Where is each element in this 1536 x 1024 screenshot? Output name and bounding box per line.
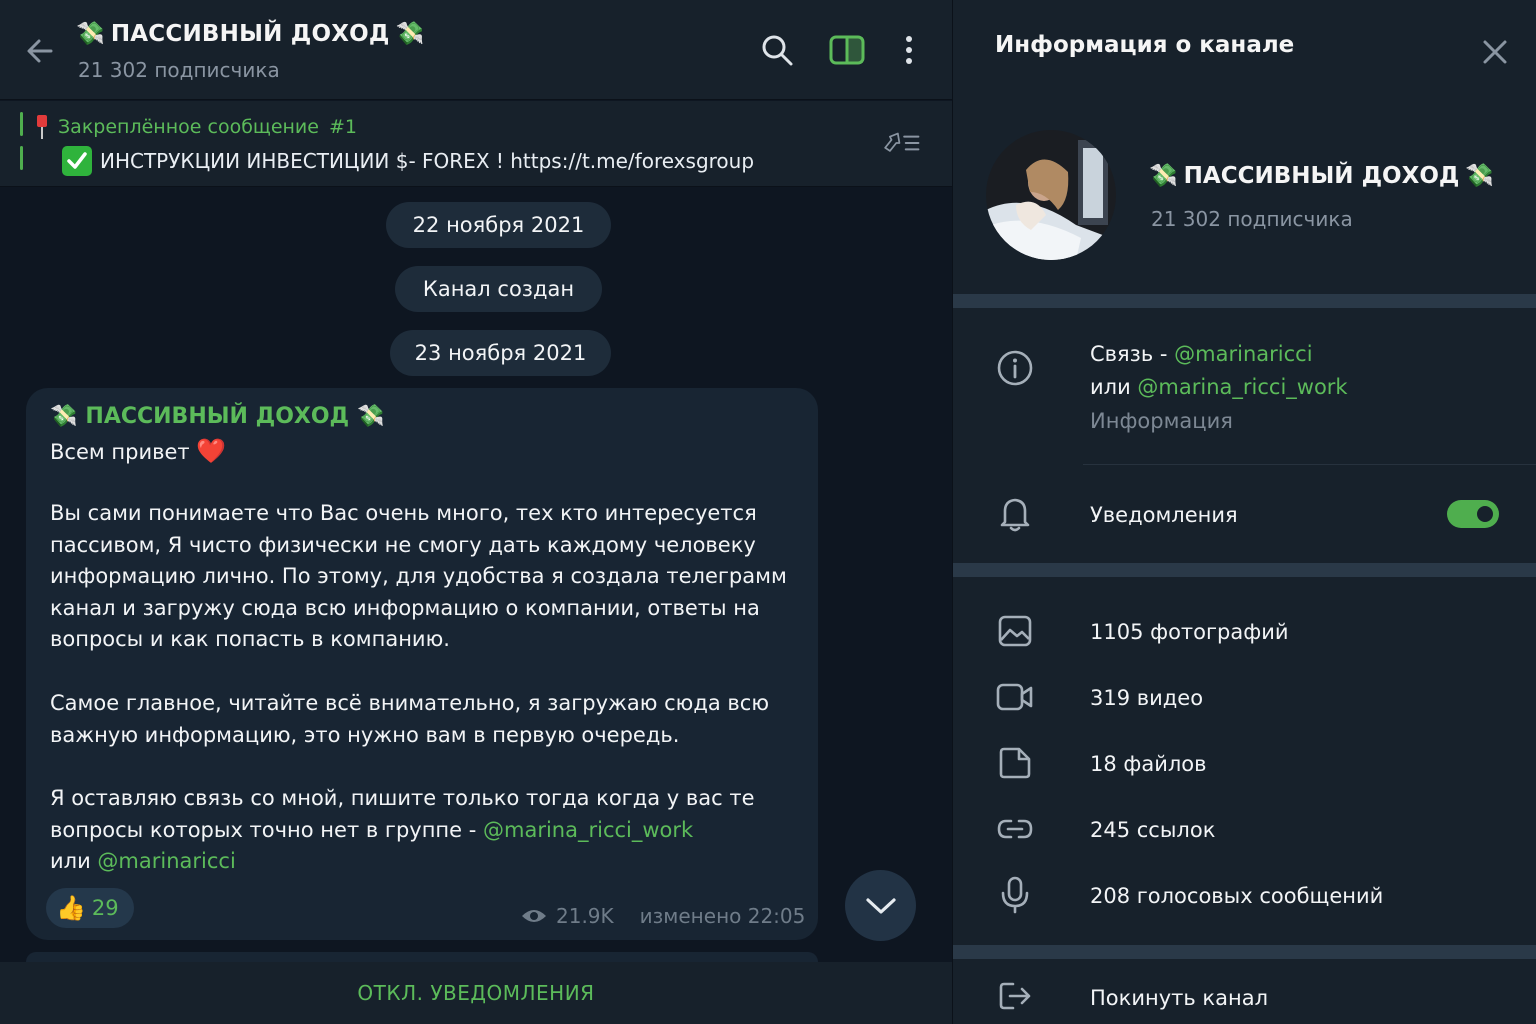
message-meta: 21.9K изменено 22:05: [520, 904, 805, 928]
link-icon: [995, 809, 1035, 849]
chat-header: 💸 ПАССИВНЫЙ ДОХОД 💸 21 302 подписчика: [0, 0, 952, 100]
message-sender[interactable]: 💸 ПАССИВНЫЙ ДОХОД 💸: [50, 404, 385, 429]
check-mark-icon: [62, 146, 92, 176]
info-subscriber-count: 21 302 подписчика: [1151, 207, 1353, 231]
reaction-chip[interactable]: 👍 29: [46, 888, 134, 928]
contact-or: или: [1090, 374, 1138, 399]
pinned-text[interactable]: ИНСТРУКЦИИ ИНВЕСТИЦИИ $- FOREX ! https:/…: [62, 146, 754, 176]
channel-info-panel: Информация о канале 💸 ПАССИВНЫЙ ДОХОД 💸 …: [952, 0, 1536, 1024]
eye-icon: [522, 910, 546, 922]
message-paragraph-2: Самое главное, читайте всё внимательно, …: [50, 691, 770, 747]
reaction-count: 29: [91, 896, 119, 920]
bell-icon: [995, 494, 1035, 534]
channel-description: Связь - @marinaricci или @marina_ricci_w…: [1090, 338, 1348, 438]
section-separator: [953, 294, 1536, 308]
message-paragraph-1: Вы сами понимаете что Вас очень много, т…: [50, 501, 787, 651]
date-separator: 22 ноября 2021: [386, 202, 611, 248]
back-arrow-icon[interactable]: [24, 33, 56, 69]
info-panel-title: Информация о канале: [995, 32, 1295, 58]
channel-title[interactable]: 💸 ПАССИВНЫЙ ДОХОД 💸: [76, 20, 425, 48]
media-links[interactable]: 245 ссылок: [1090, 818, 1215, 842]
greeting-text: Всем привет: [50, 440, 190, 464]
money-emoji-icon: 💸: [76, 21, 105, 47]
money-emoji-icon: 💸: [50, 404, 78, 429]
info-channel-name: 💸 ПАССИВНЫЙ ДОХОД 💸: [1149, 162, 1495, 190]
more-options-icon[interactable]: [890, 31, 928, 69]
or-text: или: [50, 849, 98, 873]
chat-pane: 💸 ПАССИВНЫЙ ДОХОД 💸 21 302 подписчика За…: [0, 0, 952, 1024]
close-icon[interactable]: [1477, 34, 1513, 70]
mention-link[interactable]: @marina_ricci_work: [1137, 375, 1347, 399]
notifications-label: Уведомления: [1090, 503, 1238, 527]
photo-icon: [995, 611, 1035, 651]
pinned-list-icon[interactable]: [882, 124, 920, 162]
microphone-icon: [995, 875, 1035, 915]
subscriber-count: 21 302 подписчика: [78, 58, 280, 82]
media-photos[interactable]: 1105 фотографий: [1090, 620, 1289, 644]
contact-prefix: Связь -: [1090, 342, 1175, 366]
scroll-down-button[interactable]: [845, 870, 916, 941]
section-separator: [953, 945, 1536, 959]
toggle-knob: [1474, 503, 1496, 525]
channel-title-text: ПАССИВНЫЙ ДОХОД: [110, 20, 390, 47]
file-icon: [995, 743, 1035, 783]
thumbs-up-icon: 👍: [56, 894, 86, 922]
pinned-text-content: ИНСТРУКЦИИ ИНВЕСТИЦИИ $- FOREX ! https:/…: [100, 149, 755, 173]
mention-link[interactable]: @marinaricci: [97, 849, 235, 873]
pinned-title[interactable]: Закреплённое сообщение #1: [36, 114, 357, 140]
money-emoji-icon: 💸: [1149, 163, 1178, 189]
money-emoji-icon: 💸: [1465, 163, 1495, 189]
money-emoji-icon: 💸: [395, 21, 425, 47]
info-icon: [995, 348, 1035, 388]
edited-time: изменено 22:05: [639, 904, 806, 928]
pin-indicator: [20, 146, 23, 170]
description-caption: Информация: [1090, 409, 1233, 433]
pushpin-icon: [37, 115, 47, 139]
leave-icon: [995, 976, 1035, 1016]
sender-name: ПАССИВНЫЙ ДОХОД: [85, 404, 350, 429]
mention-link[interactable]: @marina_ricci_work: [483, 818, 693, 842]
message-greeting: Всем привет ❤️: [50, 436, 810, 469]
date-separator: 23 ноября 2021: [390, 330, 611, 376]
side-panel-toggle-icon[interactable]: [828, 31, 866, 69]
section-separator: [953, 563, 1536, 577]
search-icon[interactable]: [758, 31, 796, 69]
video-icon: [995, 677, 1035, 717]
view-count: 21.9K: [556, 904, 614, 928]
chevron-down-icon: [865, 897, 896, 914]
mention-link[interactable]: @marinaricci: [1174, 342, 1312, 366]
pinned-title-text: Закреплённое сообщение: [58, 116, 319, 138]
red-heart-icon: ❤️: [196, 437, 227, 465]
pin-indicator: [20, 112, 23, 136]
mute-button[interactable]: ОТКЛ. УВЕДОМЛЕНИЯ: [0, 962, 952, 1024]
money-emoji-icon: 💸: [357, 404, 385, 429]
media-videos[interactable]: 319 видео: [1090, 686, 1203, 710]
info-channel-name-text: ПАССИВНЫЙ ДОХОД: [1183, 162, 1460, 189]
message-paragraph-3: Я оставляю связь со мной, пишите только …: [50, 783, 810, 878]
pinned-number: #1: [328, 116, 357, 138]
row-divider: [1083, 464, 1536, 465]
notifications-toggle[interactable]: [1447, 500, 1499, 528]
media-voice[interactable]: 208 голосовых сообщений: [1090, 884, 1383, 908]
media-files[interactable]: 18 файлов: [1090, 752, 1207, 776]
leave-channel-button[interactable]: Покинуть канал: [1090, 986, 1268, 1010]
service-message: Канал создан: [395, 266, 602, 312]
avatar[interactable]: [986, 130, 1116, 260]
